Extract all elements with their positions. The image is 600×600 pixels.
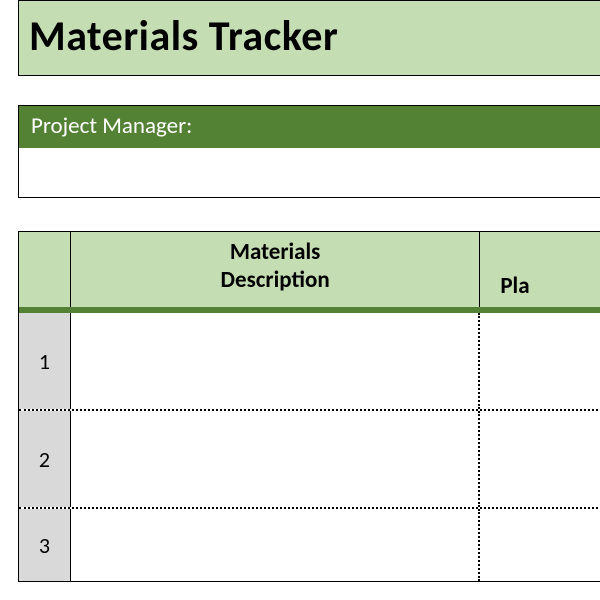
col-header-description-line2: Description: [221, 267, 330, 295]
materials-table: Materials Description Pla 1 2 3: [18, 231, 600, 581]
cell-description[interactable]: [71, 509, 480, 581]
col-header-description-line1: Materials: [230, 239, 321, 267]
cell-planned[interactable]: [480, 411, 600, 507]
spreadsheet-document: Materials Tracker Project Manager: Mater…: [18, 0, 600, 582]
document-title: Materials Tracker: [29, 11, 338, 62]
cell-planned[interactable]: [480, 509, 600, 581]
cell-description[interactable]: [71, 411, 480, 507]
cell-planned[interactable]: [480, 313, 600, 409]
project-manager-label: Project Manager:: [19, 105, 600, 148]
project-manager-input[interactable]: [18, 148, 600, 198]
project-manager-row: Project Manager:: [18, 105, 600, 148]
spacer: [18, 76, 600, 105]
title-bar: Materials Tracker: [18, 0, 600, 76]
spacer: [18, 198, 600, 231]
cell-description[interactable]: [71, 313, 480, 409]
col-header-rownum: [19, 232, 71, 307]
row-number: 3: [19, 509, 71, 581]
table-row: 2: [19, 411, 600, 509]
row-number: 1: [19, 313, 71, 409]
table-row: 1: [19, 313, 600, 411]
table-header: Materials Description Pla: [19, 232, 600, 313]
row-number: 2: [19, 411, 71, 507]
table-row: 3: [19, 509, 600, 581]
col-header-planned: Pla: [480, 232, 600, 307]
col-header-description: Materials Description: [71, 232, 480, 307]
